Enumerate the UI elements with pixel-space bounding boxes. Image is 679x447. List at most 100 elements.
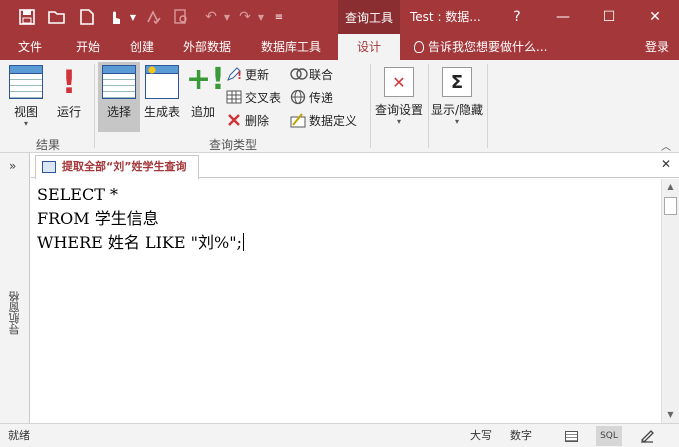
group-label-query-type: 查询类型 xyxy=(208,138,257,152)
crosstab-label: 交叉表 xyxy=(245,90,282,105)
append-label: 追加 xyxy=(190,105,215,119)
tell-me-box[interactable]: 告诉我您想要做什么... xyxy=(414,34,547,60)
document-tab-bar: 提取全部“刘”姓学生查询 ✕ xyxy=(31,153,679,179)
navigation-pane: » 导航窗格 xyxy=(0,153,30,423)
login-link[interactable]: 登录 xyxy=(645,34,669,60)
design-view-icon xyxy=(641,430,654,443)
tab-file[interactable]: 文件 xyxy=(0,34,60,60)
ribbon: 视图 ▾ ! 运行 结果 选择 生成表 +! 追加 ! 更新 交叉表 删除 联合… xyxy=(0,60,679,153)
select-query-button[interactable]: 选择 xyxy=(98,62,140,132)
data-definition-icon xyxy=(290,112,306,128)
view-label: 视图 xyxy=(13,105,38,119)
pass-through-button[interactable]: 传递 xyxy=(290,87,333,107)
spellcheck-icon xyxy=(142,6,164,28)
select-label: 选择 xyxy=(106,105,131,119)
close-window-button[interactable]: ✕ xyxy=(632,0,678,34)
query-tab-label: 提取全部“刘”姓学生查询 xyxy=(62,160,187,173)
update-pencil-icon: ! xyxy=(226,66,242,82)
crosstab-icon xyxy=(226,89,242,105)
new-icon[interactable] xyxy=(76,6,98,28)
svg-text:!: ! xyxy=(237,69,242,82)
tab-external-data[interactable]: 外部数据 xyxy=(168,34,246,60)
nav-pane-label[interactable]: 导航窗格 xyxy=(7,273,23,353)
make-table-button[interactable]: 生成表 xyxy=(142,62,182,132)
save-icon[interactable] xyxy=(16,6,38,28)
vertical-scrollbar[interactable]: ▲ ▼ xyxy=(661,179,679,423)
make-table-label: 生成表 xyxy=(143,105,180,119)
caps-lock-indicator: 大写 xyxy=(470,429,492,442)
maximize-button[interactable]: ☐ xyxy=(586,0,632,34)
append-button[interactable]: +! 追加 xyxy=(186,62,225,132)
window-title: Test : 数据... xyxy=(410,10,481,24)
data-definition-label: 数据定义 xyxy=(309,113,358,128)
chevron-down-icon: ▾ xyxy=(396,117,401,126)
run-label: 运行 xyxy=(56,105,81,119)
query-document-tab[interactable]: 提取全部“刘”姓学生查询 xyxy=(35,155,200,179)
minimize-button[interactable]: — xyxy=(540,0,586,34)
update-label: 更新 xyxy=(245,67,270,82)
union-rings-icon xyxy=(290,66,308,82)
pass-through-label: 传递 xyxy=(309,90,334,105)
data-definition-button[interactable]: 数据定义 xyxy=(290,110,357,130)
group-separator xyxy=(428,64,429,148)
expand-nav-icon[interactable]: » xyxy=(9,159,16,173)
touch-dropdown-icon[interactable]: ▼ xyxy=(122,6,144,28)
tab-database-tools[interactable]: 数据库工具 xyxy=(246,34,336,60)
lightbulb-icon xyxy=(414,41,424,53)
open-icon[interactable] xyxy=(46,6,68,28)
tell-me-text: 告诉我您想要做什么... xyxy=(428,40,548,54)
datasheet-view-icon xyxy=(9,65,43,99)
tab-design[interactable]: 设计 xyxy=(338,34,400,60)
query-setup-label: 查询设置 xyxy=(374,103,423,117)
show-hide-button[interactable]: Σ 显示/隐藏 ▾ xyxy=(430,62,484,132)
scroll-up-icon[interactable]: ▲ xyxy=(662,179,679,195)
sql-line-last: WHERE 姓名 LIKE "刘%"; xyxy=(37,231,655,255)
sql-editor[interactable]: SELECT * FROM 学生信息 WHERE 姓名 LIKE "刘%"; xyxy=(31,179,661,423)
make-table-icon xyxy=(145,64,179,99)
design-view-button[interactable] xyxy=(634,426,660,446)
delete-x-icon xyxy=(226,112,242,128)
datasheet-icon xyxy=(564,430,578,442)
sql-view-button[interactable]: SQL xyxy=(596,426,622,446)
run-exclamation-icon: ! xyxy=(61,63,77,101)
query-icon xyxy=(42,161,56,173)
run-button[interactable]: ! 运行 xyxy=(50,62,88,132)
help-button[interactable]: ? xyxy=(494,0,540,34)
group-separator xyxy=(94,64,95,148)
scroll-thumb[interactable] xyxy=(664,197,677,215)
update-button[interactable]: ! 更新 xyxy=(226,64,269,84)
union-button[interactable]: 联合 xyxy=(290,64,333,84)
select-query-icon xyxy=(102,65,136,99)
ribbon-tabs: 文件 开始 创建 外部数据 数据库工具 设计 告诉我您想要做什么... 登录 xyxy=(0,34,679,60)
delete-query-button[interactable]: 删除 xyxy=(226,110,269,130)
show-hide-label: 显示/隐藏 xyxy=(430,103,484,117)
status-ready: 就绪 xyxy=(8,429,30,442)
text-caret xyxy=(242,233,244,251)
group-label-results: 结果 xyxy=(35,138,60,152)
query-setup-icon: ✕ xyxy=(384,67,414,97)
collapse-ribbon-icon[interactable]: ︿ xyxy=(661,138,671,153)
title-bar: ▼ ↶ ▼ ↷ ▼ ≡ 查询工具 Test : 数据... ? — ☐ ✕ xyxy=(0,0,679,34)
sigma-totals-icon: Σ xyxy=(442,67,472,97)
globe-icon xyxy=(290,89,306,105)
sql-line: WHERE 姓名 LIKE "刘%"; xyxy=(37,233,242,252)
query-setup-button[interactable]: ✕ 查询设置 ▾ xyxy=(373,62,425,132)
chevron-down-icon: ▾ xyxy=(23,119,28,128)
context-tab-query-tools: 查询工具 xyxy=(338,0,400,34)
delete-label: 删除 xyxy=(245,113,270,128)
union-label: 联合 xyxy=(309,67,334,82)
sql-line: FROM 学生信息 xyxy=(37,209,159,228)
close-document-button[interactable]: ✕ xyxy=(661,157,671,171)
crosstab-button[interactable]: 交叉表 xyxy=(226,87,281,107)
view-button[interactable]: 视图 ▾ xyxy=(6,62,46,132)
customize-qat-icon[interactable]: ≡ xyxy=(268,6,290,28)
datasheet-view-button[interactable] xyxy=(558,426,584,446)
num-lock-indicator: 数字 xyxy=(510,429,532,442)
tab-create[interactable]: 创建 xyxy=(116,34,168,60)
status-bar: 就绪 大写 数字 SQL xyxy=(0,423,679,447)
sql-line: SELECT * xyxy=(37,185,118,204)
tab-home[interactable]: 开始 xyxy=(60,34,116,60)
chevron-down-icon: ▾ xyxy=(454,117,459,126)
scroll-down-icon[interactable]: ▼ xyxy=(662,407,679,423)
group-separator xyxy=(370,64,371,148)
